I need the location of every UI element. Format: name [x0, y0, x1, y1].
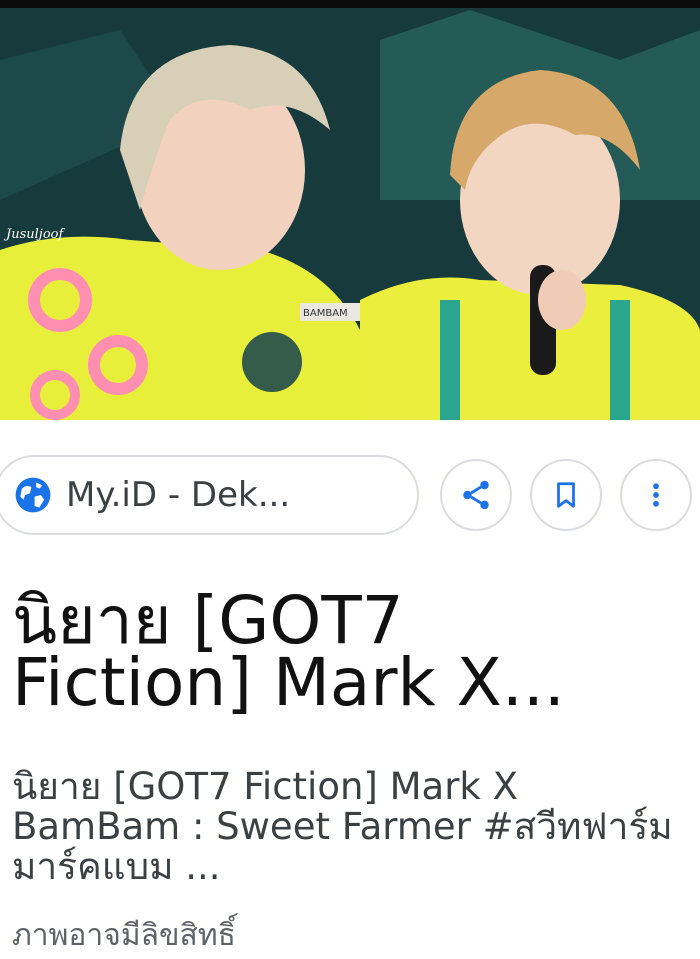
source-label: My.iD - Dek...	[66, 475, 291, 515]
more-options-button[interactable]	[620, 459, 692, 531]
copyright-notice: ภาพอาจมีลิขสิทธิ์	[12, 918, 236, 953]
badge-text: BAMBAM	[303, 308, 348, 319]
result-title-line-2: Fiction] Mark X...	[12, 644, 565, 721]
share-icon	[463, 480, 489, 510]
source-chip[interactable]: My.iD - Dek...	[0, 455, 419, 535]
more-vert-icon	[653, 483, 659, 507]
watermark-text: Jusuljoof	[3, 227, 65, 242]
result-toolbar: My.iD - Dek...	[0, 455, 700, 539]
save-button[interactable]	[530, 459, 602, 531]
globe-icon	[15, 477, 51, 513]
result-image[interactable]: BAMBAM Jusuljoof	[0, 0, 700, 420]
result-description: นิยาย [GOT7 Fiction] Mark X BamBam : Swe…	[12, 765, 673, 888]
result-title[interactable]: นิยาย [GOT7 Fiction] Mark X...	[12, 588, 692, 716]
bookmark-icon	[557, 482, 575, 508]
share-button[interactable]	[440, 459, 512, 531]
